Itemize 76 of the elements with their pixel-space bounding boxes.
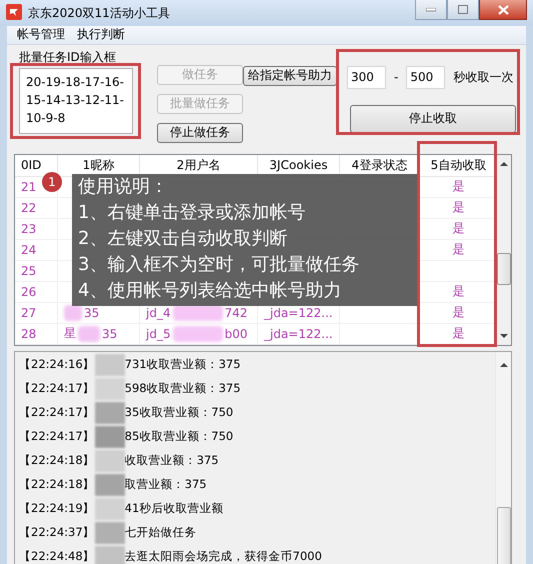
minimize-button[interactable]: [415, 0, 447, 20]
table-cell: b00: [224, 326, 248, 341]
log-time: 【22:24:17】: [19, 405, 95, 420]
column-header[interactable]: 0ID: [15, 154, 58, 177]
blur-patch: [64, 304, 82, 321]
interval-unit-label: 秒收取一次: [453, 68, 514, 86]
blur-patch: [78, 326, 100, 342]
log-time: 【22:24:19】: [19, 501, 95, 516]
blur-patch: [94, 378, 125, 400]
blur-patch: [94, 426, 125, 448]
app-logo-icon: [6, 4, 22, 20]
log-message: 35收取营业额：750: [124, 405, 234, 420]
table-cell: 27: [15, 302, 58, 324]
scroll-up-icon[interactable]: [500, 362, 508, 368]
table-cell: 23: [15, 218, 58, 240]
scrollbar-thumb[interactable]: [497, 252, 511, 285]
blur-patch: [172, 326, 223, 342]
log-time: 【22:24:48】: [19, 549, 95, 564]
task-id-field[interactable]: 20-19-18-17-16-15-14-13-12-11-10-9-8: [19, 68, 133, 134]
log-time: 【22:24:18】: [19, 453, 95, 468]
minimize-icon: [426, 8, 436, 12]
guide-step: 1、右键单击登录或添加帐号: [78, 200, 418, 226]
log-time: 【22:24:17】: [19, 381, 95, 396]
menu-item[interactable]: 帐号管理: [11, 26, 71, 44]
log-message: 七开始做任务: [124, 525, 197, 540]
table-cell: 星: [64, 325, 76, 342]
field-label: 批量任务ID输入框: [19, 48, 117, 64]
column-header[interactable]: 1昵称: [58, 154, 140, 177]
log-time: 【22:24:18】: [19, 477, 95, 492]
guide-step: 3、输入框不为空时，可批量做任务: [78, 252, 418, 278]
max-seconds-field[interactable]: 500: [406, 66, 446, 89]
menu-item[interactable]: 执行判断: [71, 26, 131, 44]
table-cell: jd_4: [146, 306, 171, 320]
close-button[interactable]: [479, 0, 527, 20]
maximize-icon: [458, 5, 468, 14]
log-message: 85收取营业额：750: [124, 429, 234, 444]
close-icon: [498, 4, 508, 14]
task-button[interactable]: 停止做任务: [157, 122, 243, 143]
stop-collect-button[interactable]: 停止收取: [350, 104, 516, 133]
log-message: 731收取营业额：375: [124, 357, 241, 372]
table-cell: _jda=122...: [258, 324, 340, 345]
log-message: 41秒后收取营业额: [124, 501, 224, 516]
log-message: 取营业额：375: [124, 477, 207, 492]
scroll-up-icon[interactable]: [500, 160, 508, 167]
blur-patch: [94, 546, 125, 564]
blur-patch: [94, 474, 125, 496]
table-cell: 24: [15, 240, 58, 261]
blur-patch: [94, 450, 125, 472]
guide-title: 使用说明：: [78, 175, 169, 199]
scrollbar-thumb[interactable]: [497, 506, 511, 564]
range-dash: -: [394, 70, 398, 84]
blur-patch: [94, 402, 125, 424]
guide-step: 4、使用帐号列表给选中帐号助力: [78, 278, 418, 304]
table-cell: 25: [15, 260, 58, 282]
table-cell: jd_5: [146, 326, 171, 341]
window-title: 京东2020双11活动小工具: [28, 4, 170, 22]
table-cell: 22: [15, 198, 58, 219]
maximize-button[interactable]: [447, 0, 479, 20]
log-message: 598收取营业额：375: [124, 381, 241, 396]
log-time: 【22:24:37】: [19, 525, 95, 540]
log-message: 收取营业额：375: [124, 453, 219, 468]
blur-patch: [94, 522, 125, 544]
table-cell: 28: [15, 324, 58, 345]
log-time: 【22:24:17】: [19, 429, 95, 444]
guide-step: 2、左键双击自动收取判断: [78, 226, 418, 252]
min-seconds-field[interactable]: 300: [347, 66, 386, 89]
table-cell: 35: [102, 326, 118, 341]
blur-patch: [94, 498, 125, 520]
assist-button[interactable]: 给指定帐号助力: [243, 66, 337, 86]
scroll-down-icon[interactable]: [500, 332, 508, 339]
table-cell: 742: [224, 306, 248, 320]
table-cell: 35: [84, 306, 100, 320]
blur-patch: [94, 354, 125, 376]
log-message: 去逛太阳雨会场完成，获得金币7000: [124, 549, 322, 564]
table-cell: 26: [15, 282, 58, 303]
log-time: 【22:24:16】: [19, 357, 95, 372]
